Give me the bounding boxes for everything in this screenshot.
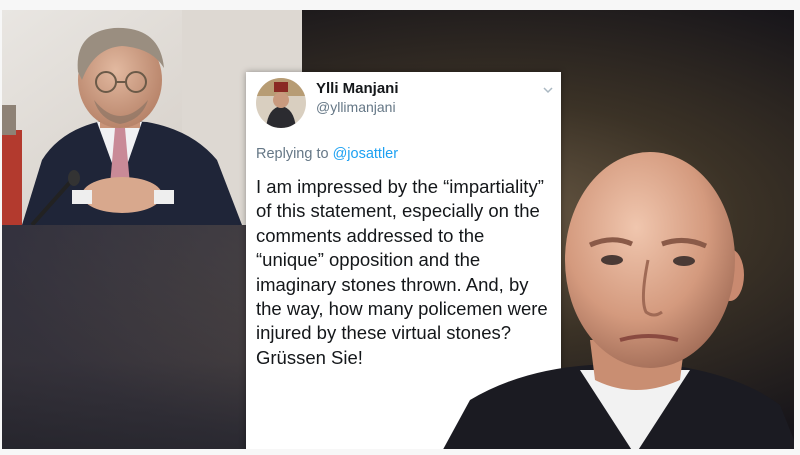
right-portrait-photo <box>440 140 800 455</box>
reply-mention-link[interactable]: @josattler <box>333 146 399 162</box>
frame-border-right <box>794 0 800 455</box>
tweet-avatar[interactable] <box>256 78 306 128</box>
tweet-replying-to: Replying to @josattler <box>256 146 398 162</box>
replying-prefix: Replying to <box>256 146 329 162</box>
collage-canvas: Ylli Manjani @yllimanjani Replying to @j… <box>0 0 800 455</box>
frame-border-bottom <box>0 449 800 455</box>
frame-border-top <box>0 0 800 10</box>
background-glow <box>0 220 260 455</box>
tweet-author-handle[interactable]: @yllimanjani <box>316 99 396 115</box>
tweet-author-name[interactable]: Ylli Manjani <box>316 80 399 97</box>
chevron-down-icon[interactable] <box>543 82 553 94</box>
frame-border-left <box>0 0 2 455</box>
